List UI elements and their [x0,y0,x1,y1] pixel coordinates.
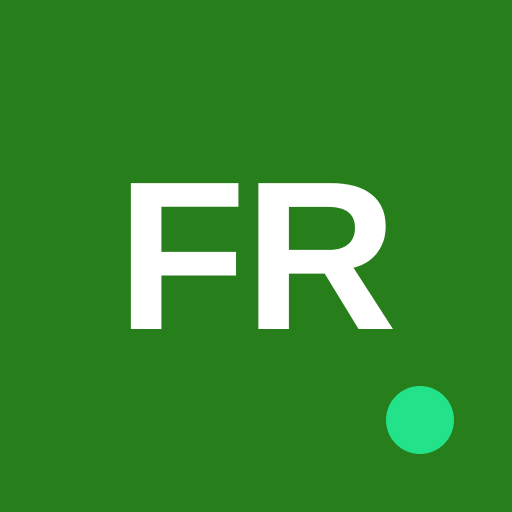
avatar[interactable]: FR [0,0,512,512]
avatar-initials: FR [116,137,398,374]
status-indicator-dot [386,386,454,454]
